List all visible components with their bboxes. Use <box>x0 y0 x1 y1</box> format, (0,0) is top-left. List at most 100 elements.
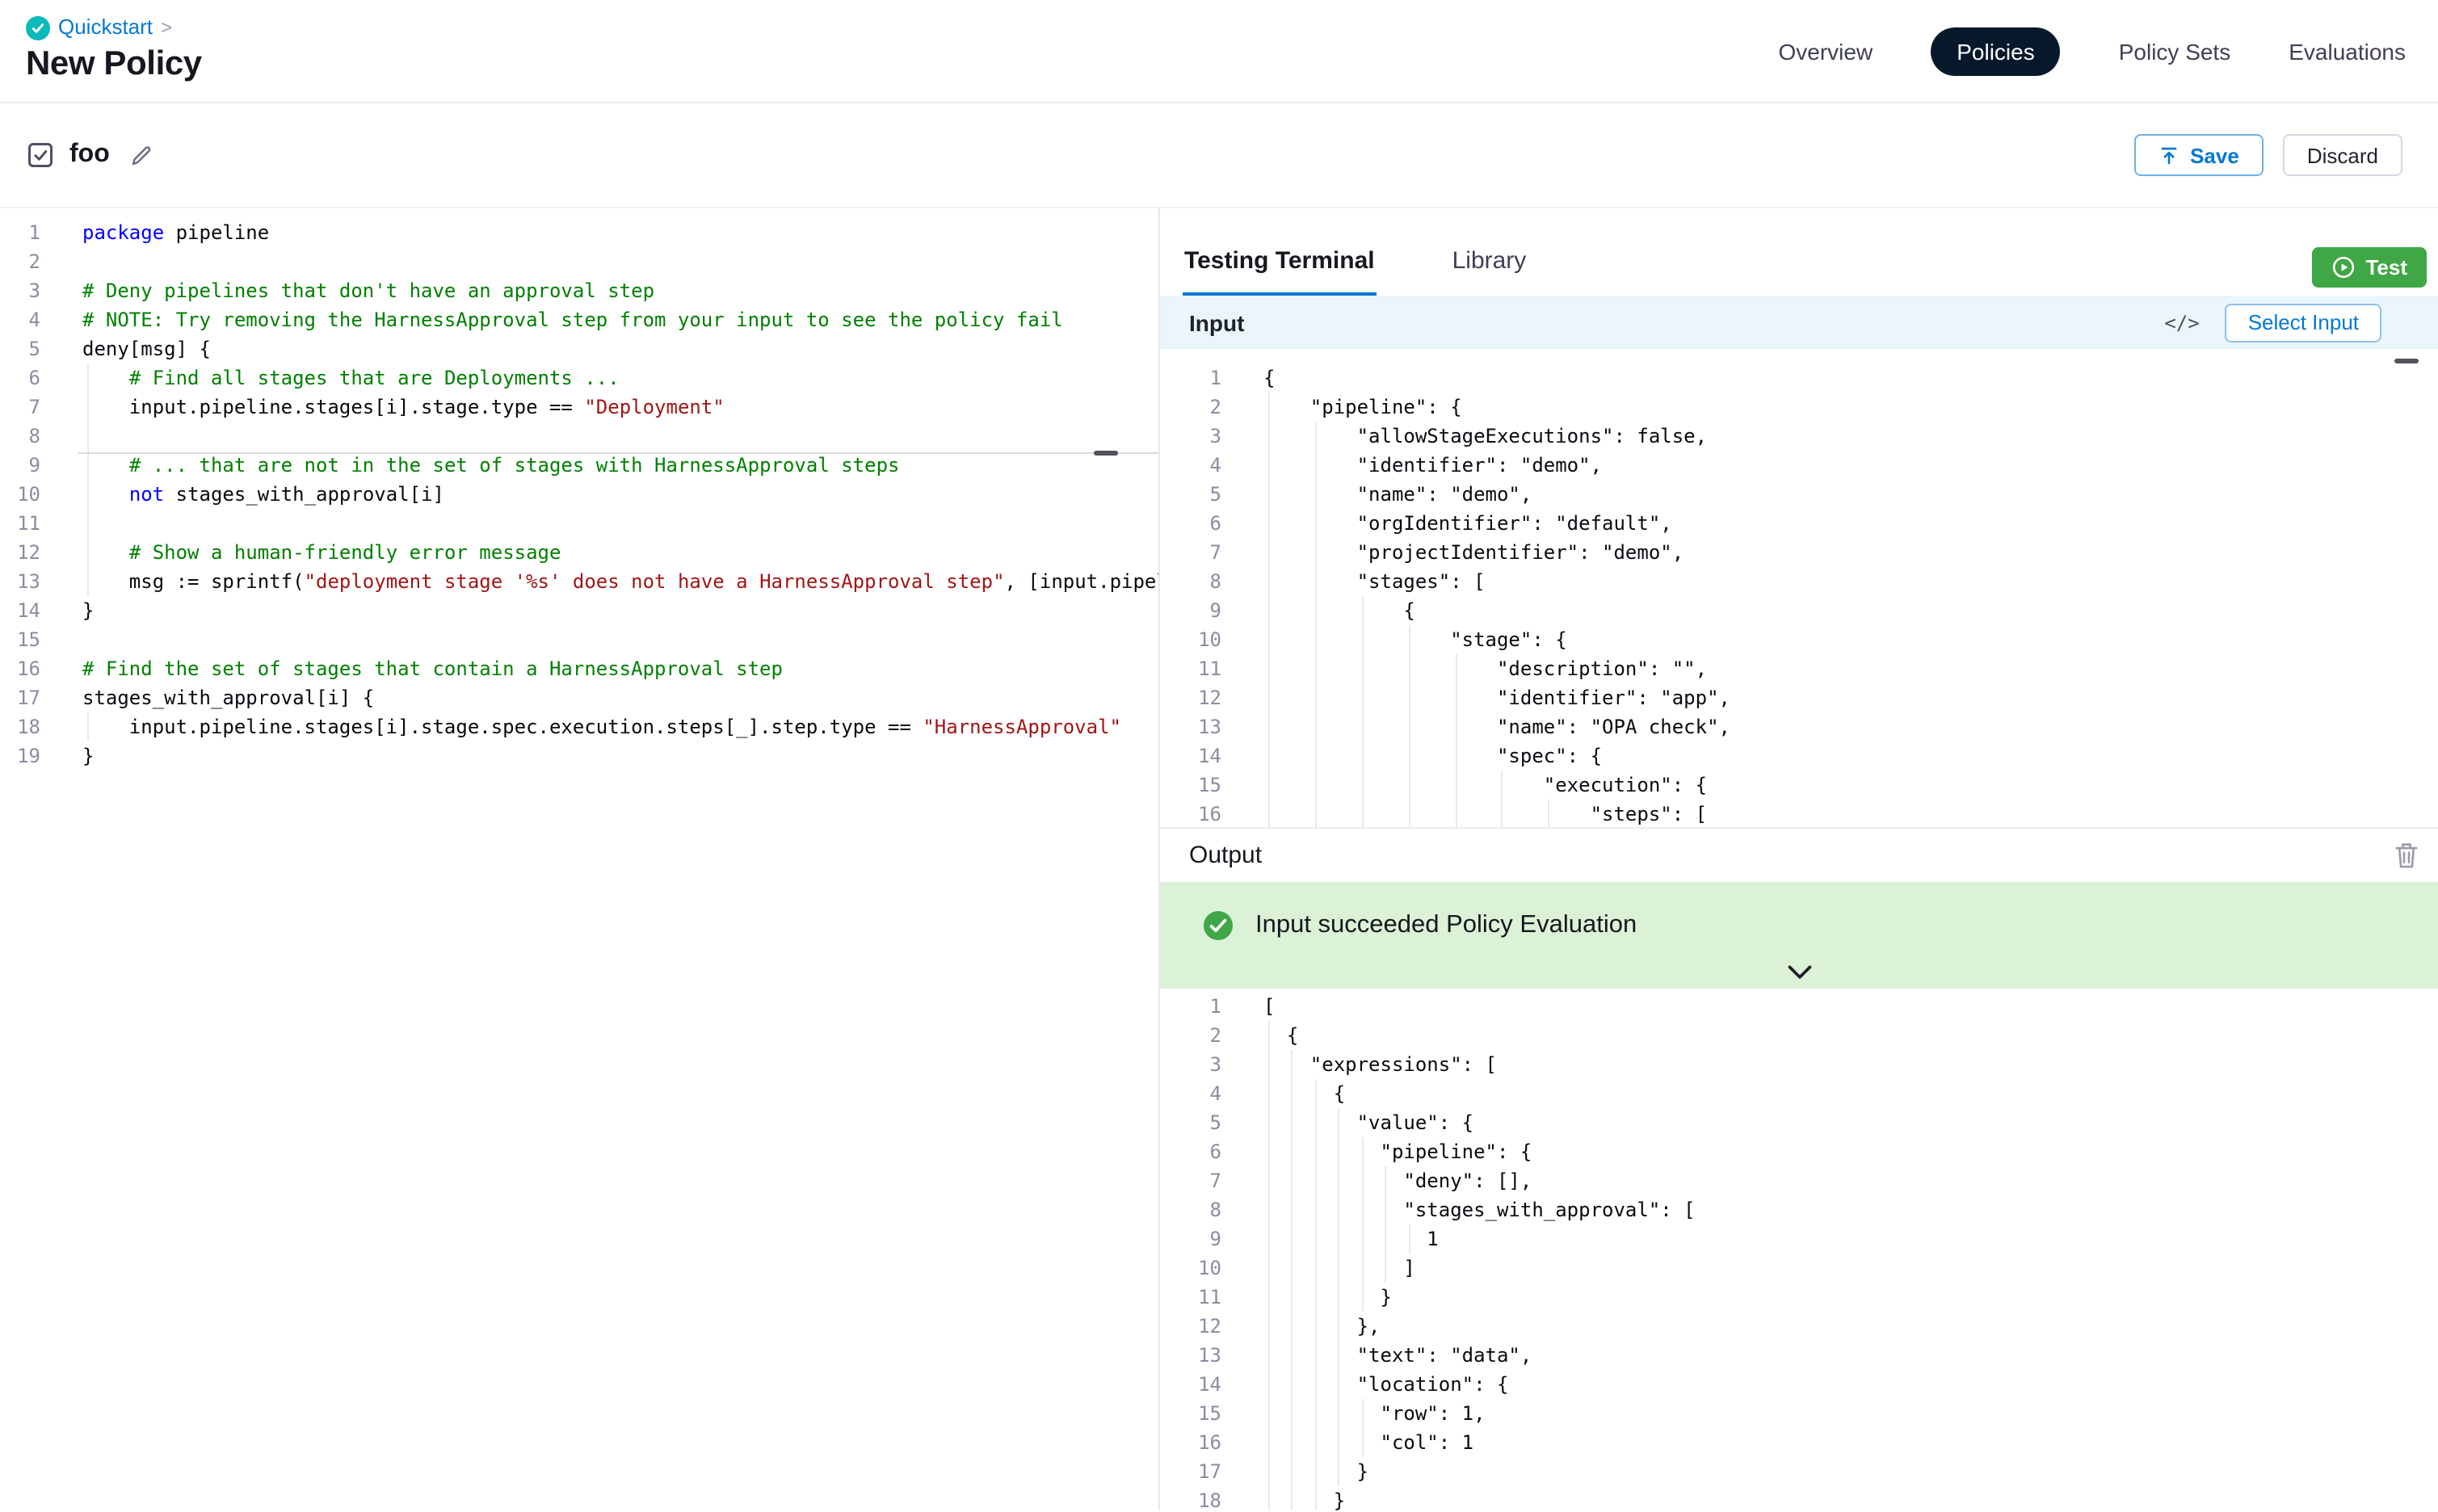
code-line: 16# Find the set of stages that contain … <box>0 654 1158 683</box>
test-button[interactable]: Test <box>2312 247 2427 288</box>
input-section-header: Input </> Select Input <box>1160 296 2438 349</box>
tab-library[interactable]: Library <box>1451 247 1528 296</box>
line-content: "pipeline": { <box>1263 1137 1532 1166</box>
header-tab-evaluations[interactable]: Evaluations <box>2289 39 2406 65</box>
line-content: "projectIdentifier": "demo", <box>1263 538 1683 567</box>
code-line: 7 "deny": [], <box>1160 1166 2438 1195</box>
trash-icon[interactable] <box>2394 842 2419 869</box>
chevron-down-icon[interactable] <box>1785 964 1813 981</box>
input-scrollbar-thumb[interactable] <box>2394 359 2419 363</box>
code-line: 19} <box>0 741 1158 771</box>
upload-icon <box>2158 145 2179 166</box>
code-line: 12 }, <box>1160 1312 2438 1341</box>
code-line: 8 <box>0 422 1158 451</box>
code-line: 16 "steps": [ <box>1160 800 2438 827</box>
line-content: # Deny pipelines that don't have an appr… <box>82 276 654 305</box>
line-content: "expressions": [ <box>1263 1050 1497 1079</box>
header-nav: Overview Policies Policy Sets Evaluations <box>1779 27 2406 76</box>
code-line: 4 "identifier": "demo", <box>1160 451 2438 480</box>
code-line: 7 "projectIdentifier": "demo", <box>1160 538 2438 567</box>
line-number: 8 <box>1160 567 1263 596</box>
line-content: input.pipeline.stages[i].stage.spec.exec… <box>82 712 1121 741</box>
code-line: 10 ] <box>1160 1254 2438 1283</box>
discard-button-label: Discard <box>2307 143 2378 167</box>
policy-name: foo <box>69 141 110 170</box>
line-content: "spec": { <box>1263 741 1602 771</box>
line-content: "location": { <box>1263 1370 1508 1399</box>
line-content: "identifier": "demo", <box>1263 451 1602 480</box>
line-number: 7 <box>1160 538 1263 567</box>
header-tab-overview[interactable]: Overview <box>1779 39 1873 65</box>
success-check-icon <box>1202 909 1234 942</box>
tab-testing-terminal[interactable]: Testing Terminal <box>1183 247 1377 296</box>
code-line: 2 "pipeline": { <box>1160 393 2438 422</box>
header-tab-policies[interactable]: Policies <box>1931 27 2061 76</box>
line-content: { <box>1263 596 1415 625</box>
output-json-viewer: 1[2 {3 "expressions": [4 {5 "value": {6 … <box>1160 989 2438 1510</box>
code-line: 7 input.pipeline.stages[i].stage.type ==… <box>0 393 1158 422</box>
code-line: 4# NOTE: Try removing the HarnessApprova… <box>0 305 1158 334</box>
code-line: 6 "orgIdentifier": "default", <box>1160 509 2438 538</box>
code-line: 14 "spec": { <box>1160 741 2438 771</box>
edit-name-icon[interactable] <box>129 143 153 167</box>
line-number: 16 <box>1160 800 1263 827</box>
code-line: 14} <box>0 596 1158 625</box>
code-line: 2 <box>0 247 1158 276</box>
code-line: 13 "name": "OPA check", <box>1160 712 2438 741</box>
code-line: 1package pipeline <box>0 218 1158 247</box>
line-content: # Show a human-friendly error message <box>82 538 561 567</box>
line-number: 7 <box>0 393 82 422</box>
code-line: 11 } <box>1160 1283 2438 1312</box>
breadcrumb-link-quickstart[interactable]: Quickstart <box>58 15 153 40</box>
line-content: ] <box>1263 1254 1415 1283</box>
line-number: 16 <box>0 654 82 683</box>
line-number: 18 <box>0 712 82 741</box>
save-button[interactable]: Save <box>2133 134 2264 176</box>
line-content: # ... that are not in the set of stages … <box>82 451 899 480</box>
line-content: 1 <box>1263 1224 1439 1254</box>
line-number: 5 <box>0 334 82 363</box>
code-view-icon[interactable]: </> <box>2164 311 2199 334</box>
code-line: 2 { <box>1160 1021 2438 1050</box>
input-json-lines: 1{2 "pipeline": {3 "allowStageExecutions… <box>1160 363 2438 827</box>
line-number: 14 <box>1160 741 1263 771</box>
code-line: 6 # Find all stages that are Deployments… <box>0 363 1158 393</box>
editor-divider-line <box>78 452 1158 454</box>
line-number: 17 <box>1160 1457 1263 1486</box>
line-content: "description": "", <box>1263 654 1707 683</box>
line-content: } <box>1263 1457 1368 1486</box>
terminal-tabs: Testing Terminal Library Test <box>1160 208 2438 296</box>
line-content: "value": { <box>1263 1108 1473 1137</box>
editor-scrollbar-thumb[interactable] <box>1094 451 1118 456</box>
line-content: # Find all stages that are Deployments .… <box>82 363 620 393</box>
chevron-right-icon: > <box>161 15 172 40</box>
line-content: package pipeline <box>82 218 269 247</box>
line-number: 10 <box>0 480 82 509</box>
line-number: 17 <box>0 683 82 712</box>
line-content: "steps": [ <box>1263 800 1707 827</box>
discard-button[interactable]: Discard <box>2283 134 2402 176</box>
code-line: 11 "description": "", <box>1160 654 2438 683</box>
line-number: 11 <box>0 509 82 538</box>
input-json-editor[interactable]: 1{2 "pipeline": {3 "allowStageExecutions… <box>1160 349 2438 827</box>
line-content: "allowStageExecutions": false, <box>1263 422 1707 451</box>
code-line: 9 # ... that are not in the set of stage… <box>0 451 1158 480</box>
code-line: 9 1 <box>1160 1224 2438 1254</box>
header-tab-policy-sets[interactable]: Policy Sets <box>2119 39 2231 65</box>
line-content: { <box>1263 1021 1298 1050</box>
save-button-label: Save <box>2190 143 2239 167</box>
policy-code-editor[interactable]: 1package pipeline23# Deny pipelines that… <box>0 208 1158 1510</box>
line-number: 12 <box>1160 1312 1263 1341</box>
line-content: "row": 1, <box>1263 1399 1486 1428</box>
line-number: 9 <box>1160 596 1263 625</box>
policy-module-icon <box>26 15 50 40</box>
code-line: 10 "stage": { <box>1160 625 2438 654</box>
output-section-header: Output <box>1160 827 2438 882</box>
output-json-lines: 1[2 {3 "expressions": [4 {5 "value": {6 … <box>1160 992 2438 1510</box>
output-title: Output <box>1189 842 1262 869</box>
code-line: 5deny[msg] { <box>0 334 1158 363</box>
select-input-button[interactable]: Select Input <box>2226 303 2381 342</box>
line-number: 11 <box>1160 1283 1263 1312</box>
line-number: 3 <box>1160 422 1263 451</box>
input-header-actions: </> Select Input <box>2164 303 2381 342</box>
